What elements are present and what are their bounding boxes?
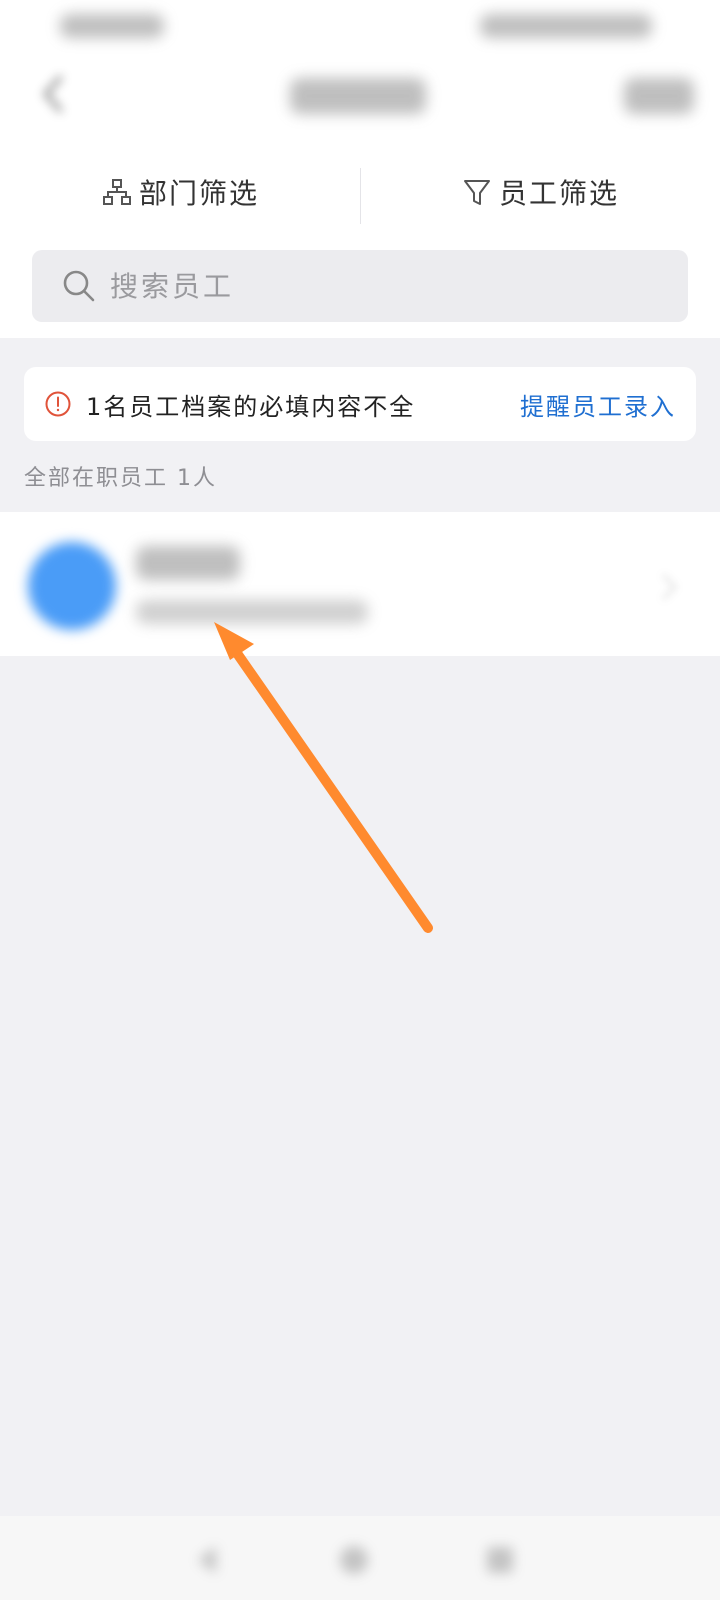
department-filter-label: 部门筛选 bbox=[138, 177, 259, 210]
employee-filter-button[interactable]: 员工筛选 bbox=[360, 150, 720, 234]
search-icon bbox=[62, 269, 96, 303]
section-title: 全部在职员工 1人 bbox=[24, 466, 217, 491]
page-title bbox=[290, 78, 426, 114]
top-panel: 部门筛选 员工筛选 bbox=[0, 0, 720, 338]
employee-subtitle bbox=[136, 600, 368, 624]
back-nav-icon[interactable] bbox=[188, 1540, 228, 1580]
remind-employee-button[interactable]: 提醒员工录入 bbox=[520, 387, 676, 422]
search-box[interactable] bbox=[32, 250, 688, 322]
search-input[interactable] bbox=[108, 268, 672, 304]
chevron-right-icon bbox=[660, 572, 678, 602]
employee-filter-label: 员工筛选 bbox=[498, 177, 619, 210]
exclamation-circle-icon bbox=[44, 390, 72, 418]
status-bar-right bbox=[480, 14, 652, 38]
incomplete-profile-alert: 1名员工档案的必填内容不全 提醒员工录入 bbox=[24, 367, 696, 441]
home-nav-icon[interactable] bbox=[334, 1540, 374, 1580]
alert-message: 1名员工档案的必填内容不全 bbox=[86, 392, 416, 421]
org-chart-icon bbox=[101, 176, 133, 208]
back-icon[interactable] bbox=[38, 74, 68, 114]
filter-bar: 部门筛选 员工筛选 bbox=[0, 150, 720, 234]
list-item[interactable] bbox=[0, 512, 720, 656]
nav-right-action[interactable] bbox=[624, 78, 694, 114]
funnel-icon bbox=[461, 176, 493, 208]
avatar bbox=[28, 542, 116, 630]
status-bar-left bbox=[60, 14, 164, 38]
filter-divider bbox=[360, 168, 361, 224]
department-filter-button[interactable]: 部门筛选 bbox=[0, 150, 360, 234]
employee-name bbox=[136, 546, 240, 580]
recents-nav-icon[interactable] bbox=[480, 1540, 520, 1580]
